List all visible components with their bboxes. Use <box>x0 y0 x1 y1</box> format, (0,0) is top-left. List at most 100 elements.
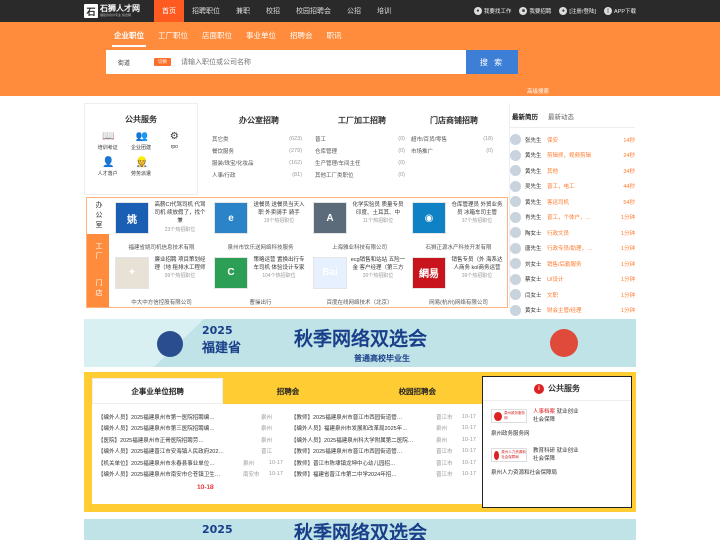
resume-row[interactable]: 蔡女士 UI设计 1分钟 <box>510 272 635 288</box>
resume-row[interactable]: 黄先生 剪辑师，视频剪辑 24秒 <box>510 148 635 164</box>
service-link[interactable]: 人事档案 <box>533 409 555 415</box>
hot-job-item[interactable]: 电商 <box>512 80 525 90</box>
category-row[interactable]: 服装/珠宝/化妆品 (162) <box>212 157 306 169</box>
resume-row[interactable]: 黄先生 其他 34秒 <box>510 163 635 179</box>
news-row[interactable]: 【教师】福建省晋江市第二中学2024年招… 晋江市 10-17 <box>291 469 476 481</box>
tab-job-fair[interactable]: 招聘会 <box>288 27 315 47</box>
employer-card[interactable]: e 送餐员 送餐员当天入职 外卖骑手 骑手 19个热招职位 泉州市饮乐送网络科技服务 <box>210 198 309 253</box>
service-dispatch[interactable]: 👷 劳务派遣 <box>124 157 157 177</box>
tab-latest-resumes[interactable]: 最新简历 <box>512 111 538 121</box>
service-settlement[interactable]: 👤 人才落户 <box>91 157 124 177</box>
news-row[interactable]: 【教师】2025福建泉州市晋江市西园街道管… 晋江市 10-17 <box>291 446 476 458</box>
news-row[interactable]: 【教师】晋江市陈埭镇龙坤中心幼儿园招… 晋江市 10-17 <box>291 457 476 469</box>
site-logo[interactable]: 石 石狮人才网 福建省泉州专业·综合网 <box>84 2 142 20</box>
hot-job-item[interactable]: 销售代表 <box>410 80 436 90</box>
resume-row[interactable]: 唐先生 行政专员/助理，… 1分钟 <box>510 241 635 257</box>
nav-training[interactable]: 培训 <box>369 0 399 22</box>
news-row[interactable]: 【机关单位】2025福建泉州市永春县事业单位… 泉州 10-17 <box>98 457 283 469</box>
service-provider-name[interactable]: 泉州政务服务网 <box>491 429 623 437</box>
hot-job-item[interactable]: 外贸 <box>163 80 176 90</box>
employer-card[interactable]: A 化学实验员 质量专员 印度、土耳其、中 11个热招职位 上海雅业科技有限公司 <box>309 198 408 253</box>
nav-public[interactable]: 公招 <box>339 0 369 22</box>
news-row[interactable]: 【教师】2025福建泉州市晋江市西园街道管… 晋江市 10-17 <box>291 411 476 423</box>
category-row[interactable]: 其他工厂类职位 (0) <box>315 169 409 181</box>
news-row[interactable]: 【编外人员】2025福建泉州市南安市仑苍镇卫生… 南安市 10-17 <box>98 469 283 481</box>
hot-job-item[interactable]: 采购 <box>334 80 347 90</box>
tab-enterprise-jobs[interactable]: 企业职位 <box>112 27 146 47</box>
employer-tab-factory[interactable]: 工厂 <box>87 234 109 271</box>
resume-row[interactable]: 张先生 保安 14秒 <box>510 132 635 148</box>
hot-job-item[interactable]: 驾驶员 <box>258 80 278 90</box>
category-row[interactable]: 人事/行政 (81) <box>212 169 306 181</box>
category-row[interactable]: 生产管理/车间主任 (0) <box>315 157 409 169</box>
hot-job-item[interactable]: 电工 <box>220 80 233 90</box>
service-provider-name[interactable]: 泉州人力资源和社会保障局 <box>491 468 623 476</box>
nav-parttime[interactable]: 兼职 <box>228 0 258 22</box>
hot-job-item[interactable]: 客服 <box>239 80 252 90</box>
app-download-link[interactable]: ▯ APP下载 <box>603 7 636 15</box>
employer-card[interactable]: C 策略运营 置换出行专车司机 体验设计专家 104个热招职位 曹操出行 <box>210 253 309 308</box>
advanced-search-link[interactable]: 高级搜索 <box>527 87 549 95</box>
hot-job-item[interactable]: 置割工 <box>487 80 507 90</box>
hot-job-item[interactable]: 会计 <box>144 80 157 90</box>
tab-factory-jobs[interactable]: 工厂职位 <box>156 27 190 47</box>
service-provider-logo[interactable]: 泉州人力资源和社会保障局 <box>491 448 527 462</box>
category-row[interactable]: 其它类 (623) <box>212 133 306 145</box>
nav-home[interactable]: 首页 <box>154 0 184 22</box>
service-training[interactable]: 📖 培训考证 <box>91 131 124 151</box>
nav-jobs[interactable]: 招聘职位 <box>184 0 228 22</box>
city-selector[interactable]: 街道 <box>106 58 154 67</box>
hot-job-item[interactable]: 美工 <box>353 80 366 90</box>
resume-row[interactable]: 肖先生 普工，个体户，… 1分钟 <box>510 210 635 226</box>
resume-row[interactable]: 黄女士 财会主管/经理 1分钟 <box>510 303 635 319</box>
news-row[interactable]: 【编外人员】2025福建晋江市安海镇人民政府202… 晋江 10-18 <box>98 446 283 491</box>
city-switch-button[interactable]: 切换 <box>154 58 171 66</box>
tab-store-jobs[interactable]: 店面职位 <box>200 27 234 47</box>
employer-card[interactable]: 姚高薪CI代驾司机 代驾司机 续放假了，找个兼 23个热招职位 福建省姚司机信息技术… <box>111 198 210 253</box>
hot-job-item[interactable]: 普工 <box>182 80 195 90</box>
hot-job-item[interactable]: 出纳 <box>391 80 404 90</box>
service-team-building[interactable]: 👥 企业团建 <box>124 131 157 151</box>
service-rpo[interactable]: ⚙ rpo <box>158 131 191 151</box>
search-button[interactable]: 搜 索 <box>466 50 518 74</box>
service-link[interactable]: 就业创业 <box>557 448 579 454</box>
service-link[interactable]: 就业创业 <box>557 409 579 415</box>
campus-fair-banner[interactable]: 2025 福建省 秋季网络双选会 普通高校毕业生 <box>84 319 636 367</box>
employer-card[interactable]: Bai ecg销售和站站 五险一金 客户经理（第三方 20个热招职位 百度在线网络技术… <box>309 253 408 308</box>
campus-fair-banner-2[interactable]: 2025 秋季网络双选会 <box>84 519 636 540</box>
service-link[interactable]: 教育科研 <box>533 448 555 454</box>
tab-latest-news[interactable]: 最新动态 <box>548 111 574 121</box>
resume-row[interactable]: 吴先生 普工，电工 44秒 <box>510 179 635 195</box>
hot-job-item[interactable]: 财务 <box>283 80 296 90</box>
resume-row[interactable]: 闫女士 文职 1分钟 <box>510 287 635 303</box>
hot-job-item[interactable]: 人事 <box>372 80 385 90</box>
resume-row[interactable]: 黄先生 客运司机 54秒 <box>510 194 635 210</box>
news-row[interactable]: 【编外人员】2025福建泉州市第一医院招聘编… 泉州 10-18 <box>98 411 283 491</box>
service-link[interactable]: 社会保障 <box>533 456 555 462</box>
tab-campus-fairs[interactable]: 校园招聘会 <box>353 378 482 404</box>
nav-campus[interactable]: 校招 <box>258 0 288 22</box>
hot-job-item[interactable]: 文员 <box>201 80 214 90</box>
news-row[interactable]: 【编外人员】2025福建泉州科大学附属第二医院… 泉州 10-17 <box>291 434 476 446</box>
login-link[interactable]: ● [注册/登陆] <box>559 7 596 15</box>
service-provider-logo[interactable]: 泉州政务服务网 <box>491 409 527 423</box>
employer-tab-office[interactable]: 办公室 <box>87 198 109 235</box>
news-row[interactable]: 【医院】2025福建泉州市正骨医院招聘劳… 泉州 10-18 <box>98 434 283 491</box>
category-row[interactable]: 仓库管理 (0) <box>315 145 409 157</box>
category-row[interactable]: 超市/百货/零售 (18) <box>411 133 497 145</box>
hot-job-item[interactable]: 临时工 <box>442 80 462 90</box>
category-row[interactable]: 普工 (0) <box>315 133 409 145</box>
employer-card[interactable]: ✦ 廉业招聘 项目策划经理（地 租排水工程师 99个热招职位 中大中方信控股有限公司 <box>111 253 210 308</box>
resume-row[interactable]: 刘女士 销售/后勤服务 1分钟 <box>510 256 635 272</box>
tab-public-recruitment[interactable]: 企事业单位招聘 <box>92 378 224 404</box>
tab-public-institution[interactable]: 事业单位 <box>244 27 278 47</box>
hot-job-item[interactable]: 建筑 <box>468 80 481 90</box>
resume-row[interactable]: 陶女士 行政文员 1分钟 <box>510 225 635 241</box>
news-row[interactable]: 【编外人员】2025福建泉州市第三医院招聘编… 泉州 10-18 <box>98 423 283 491</box>
tab-job-news[interactable]: 职讯 <box>325 27 344 47</box>
recruit-link[interactable]: ■ 我要招聘 <box>519 7 551 15</box>
service-link[interactable]: 社会保障 <box>533 417 555 423</box>
find-job-link[interactable]: ● 我要找工作 <box>473 7 511 15</box>
employer-tab-store[interactable]: 门店 <box>87 270 109 307</box>
employer-card[interactable]: 網易 销售专员（外 海系达人商务 kol商务运营 39个热招职位 网易(杭州)网络有限… <box>408 253 507 308</box>
